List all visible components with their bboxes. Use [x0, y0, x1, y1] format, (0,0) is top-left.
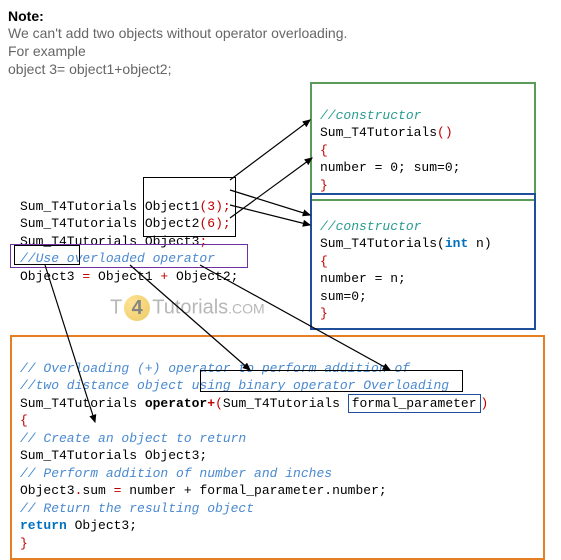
- ctor1-brace-close: }: [320, 178, 328, 193]
- note-line2: For example: [8, 42, 553, 60]
- note-label: Note:: [8, 8, 553, 24]
- note-line3: object 3= object1+object2;: [8, 60, 553, 78]
- ctor1-paren-open: (: [437, 125, 445, 140]
- op-plus: +: [207, 396, 215, 411]
- op-return-obj: Object3;: [67, 518, 137, 533]
- note-line1: We can't add two objects without operato…: [8, 24, 553, 42]
- op-c4: // Perform addition of number and inches: [20, 466, 332, 481]
- op-decl: Sum_T4Tutorials Object3;: [20, 448, 207, 463]
- op-pname: formal_parameter: [348, 394, 481, 413]
- ctor1-paren-close: ): [445, 125, 453, 140]
- op-ptype: Sum_T4Tutorials: [223, 396, 348, 411]
- arrow-obj3decl-to-ctor0: [230, 158, 312, 218]
- op-kw: operator: [145, 396, 207, 411]
- op-brace-close: }: [20, 536, 28, 551]
- assign-r2: Object2: [176, 269, 231, 284]
- operator-overload-box: // Overloading (+) operator to perform a…: [10, 335, 545, 560]
- ctor2-name: Sum_T4Tutorials: [320, 236, 437, 251]
- constructor-no-arg-box: //constructor Sum_T4Tutorials() { number…: [310, 82, 536, 201]
- note-block: Note: We can't add two objects without o…: [8, 8, 553, 79]
- ctor2-body1: number = n;: [320, 271, 406, 286]
- arrow-obj3-to-ctor0: [230, 120, 310, 180]
- ctor2-comment: //constructor: [320, 219, 421, 234]
- ctor2-paren-open: (: [437, 236, 445, 251]
- op-ret: Sum_T4Tutorials: [20, 396, 145, 411]
- assign-eq: =: [75, 269, 98, 284]
- ctor1-brace-open: {: [320, 143, 328, 158]
- decl1-type: Sum_T4Tutorials: [20, 199, 145, 214]
- arrow-obj1-to-ctor-int: [230, 190, 310, 215]
- ctor2-paren-close: ): [484, 236, 492, 251]
- constructor-int-box: //constructor Sum_T4Tutorials(int n) { n…: [310, 193, 536, 330]
- op-return-kw: return: [20, 518, 67, 533]
- assign-plus: +: [153, 269, 176, 284]
- op-paren-close: ): [481, 396, 489, 411]
- ctor2-body2: sum=0;: [320, 289, 367, 304]
- ctor1-comment: //constructor: [320, 108, 421, 123]
- objects-highlight-box: [143, 177, 236, 237]
- assign-lhs: Object3: [20, 269, 75, 284]
- op-c3: // Create an object to return: [20, 431, 246, 446]
- op-c5: // Return the resulting object: [20, 501, 254, 516]
- ctor2-param-type: int: [445, 236, 468, 251]
- ctor1-name: Sum_T4Tutorials: [320, 125, 437, 140]
- op-stmt-l: Object3: [20, 483, 75, 498]
- decl2-type: Sum_T4Tutorials: [20, 216, 145, 231]
- param-highlight-box: [200, 370, 463, 392]
- op-paren-open: (: [215, 396, 223, 411]
- assign-r1: Object1: [98, 269, 153, 284]
- op-stmt-sum: sum: [82, 483, 105, 498]
- watermark: T4Tutorials.COM: [110, 295, 265, 321]
- op-stmt-rhs: number + formal_parameter.number;: [129, 483, 386, 498]
- ctor2-param-name: n: [468, 236, 484, 251]
- ctor2-brace-open: {: [320, 254, 328, 269]
- op-stmt-eq: =: [106, 483, 129, 498]
- arrow-obj2-to-ctor-int: [230, 205, 310, 225]
- object3-highlight-box: [14, 245, 80, 265]
- ctor1-body: number = 0; sum=0;: [320, 160, 460, 175]
- op-brace-open: {: [20, 413, 28, 428]
- ctor2-brace-close: }: [320, 306, 328, 321]
